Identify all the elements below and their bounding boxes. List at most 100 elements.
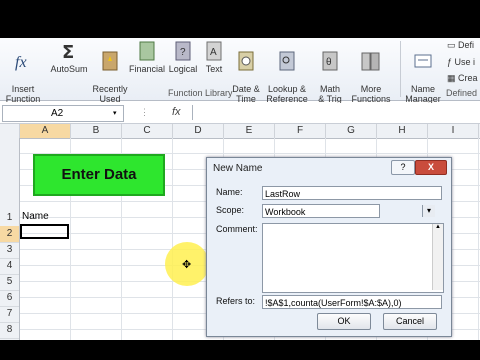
financial-label: Financial [128, 64, 166, 74]
svg-text:?: ? [180, 47, 186, 58]
column-header-e[interactable]: E [224, 124, 275, 138]
formula-bar: A2 ▾ ⋮ fx [0, 103, 480, 124]
book-clock-icon [235, 50, 257, 72]
scope-value: Workbook [265, 207, 306, 217]
refers-to-input[interactable]: !$A$1,counta(UserForm!$A:$A),0)▦ [262, 295, 442, 309]
name-manager-label: Name Manager [405, 84, 441, 104]
cursor-highlight: ✥ [165, 242, 209, 286]
lookup-reference-label: Lookup & Reference [266, 84, 308, 104]
logical-button[interactable]: ? Logical [166, 40, 200, 74]
fx-icon: fx [12, 50, 34, 72]
name-box-value: A2 [51, 108, 64, 119]
column-header-i[interactable]: I [428, 124, 479, 138]
letterbox-bottom [0, 340, 480, 360]
cell-a1[interactable]: Name [22, 211, 49, 222]
recently-used-label: Recently Used [92, 84, 128, 104]
group-label-defined-names: Defined [446, 88, 478, 98]
recently-used-button[interactable]: Recently Used [92, 40, 128, 104]
column-headers: A B C D E F G H I [0, 124, 480, 139]
select-all-corner[interactable] [0, 124, 20, 138]
column-header-b[interactable]: B [71, 124, 122, 138]
logical-label: Logical [168, 64, 198, 74]
column-header-a[interactable]: A [20, 124, 71, 138]
letterbox-top [0, 0, 480, 38]
column-header-g[interactable]: G [326, 124, 377, 138]
svg-text:θ: θ [326, 57, 332, 68]
cancel-button[interactable]: Cancel [383, 313, 437, 330]
move-cursor-icon: ✥ [182, 259, 192, 271]
use-in-formula-label: Use i [454, 57, 476, 67]
close-button[interactable]: X [415, 160, 447, 175]
book-magnifier-icon [276, 50, 298, 72]
refers-to-value: !$A$1,counta(UserForm!$A:$A),0) [265, 298, 402, 308]
name-input[interactable]: LastRow [262, 186, 442, 200]
row-header-6[interactable]: 6 [0, 290, 19, 307]
use-in-formula-button[interactable]: ƒ Use i [447, 57, 475, 67]
insert-function-label: Insert Function [5, 84, 41, 104]
column-header-c[interactable]: C [122, 124, 173, 138]
book-theta-icon: θ [319, 50, 341, 72]
book-money-icon [136, 40, 158, 62]
name-manager-button[interactable]: Name Manager [404, 40, 442, 104]
ok-button[interactable]: OK [317, 313, 371, 330]
create-from-selection-button[interactable]: ▦ Crea [447, 73, 478, 84]
ribbon-separator [400, 41, 401, 97]
more-functions-button[interactable]: More Functions [348, 40, 394, 104]
book-text-icon: A [203, 40, 225, 62]
active-cell-a2[interactable] [20, 224, 69, 239]
scope-select[interactable]: Workbook ▾ [262, 204, 435, 218]
autosum-label: AutoSum [50, 64, 88, 74]
group-label-function-library: Function Library [168, 88, 233, 98]
autosum-button[interactable]: Σ AutoSum [48, 40, 90, 74]
financial-button[interactable]: Financial [128, 40, 166, 74]
row-header-5[interactable]: 5 [0, 274, 19, 291]
insert-function-button[interactable]: fx Insert Function [4, 40, 42, 104]
ribbon-formulas-tab: fx Insert Function Σ AutoSum Recently Us… [0, 38, 480, 104]
math-trig-label: Math & Trig [318, 84, 342, 104]
define-name-label: Defi [458, 40, 475, 50]
text-label: Text [205, 64, 223, 74]
chevron-down-icon[interactable]: ▾ [113, 106, 117, 121]
date-time-button[interactable]: Date & Time [230, 40, 262, 104]
scope-label: Scope: [216, 205, 245, 215]
date-time-label: Date & Time [232, 84, 260, 104]
refers-to-label: Refers to: [216, 296, 256, 306]
column-header-d[interactable]: D [173, 124, 224, 138]
comment-scrollbar[interactable]: ▲ [432, 224, 443, 290]
insert-function-fx-icon[interactable]: fx [172, 106, 181, 118]
create-from-selection-label: Crea [458, 73, 478, 83]
sigma-icon: Σ [58, 40, 80, 63]
lookup-reference-button[interactable]: Lookup & Reference [264, 40, 310, 104]
svg-text:A: A [210, 47, 217, 58]
chevron-down-icon[interactable]: ▾ [422, 205, 435, 217]
define-name-button[interactable]: ▭ Defi [447, 40, 474, 51]
column-header-f[interactable]: F [275, 124, 326, 138]
comment-textarea[interactable]: ▲ [262, 223, 444, 293]
dialog-title: New Name [213, 163, 263, 174]
formula-input[interactable] [192, 105, 480, 120]
enter-data-button[interactable]: Enter Data [33, 154, 165, 196]
more-functions-label: More Functions [351, 84, 391, 104]
book-question-icon: ? [172, 40, 194, 62]
row-header-3[interactable]: 3 [0, 242, 19, 259]
row-header-7[interactable]: 7 [0, 306, 19, 323]
comment-label: Comment: [216, 224, 258, 234]
excel-window: fx Insert Function Σ AutoSum Recently Us… [0, 0, 480, 360]
help-button[interactable]: ? [391, 160, 415, 175]
row-header-1[interactable]: 1 [0, 210, 19, 227]
svg-text:Σ: Σ [62, 42, 74, 62]
column-header-h[interactable]: H [377, 124, 428, 138]
svg-text:fx: fx [15, 54, 27, 71]
row-headers: 1 2 3 4 5 6 7 8 [0, 138, 20, 340]
name-tag-icon [412, 50, 434, 72]
row-header-8[interactable]: 8 [0, 322, 19, 339]
formula-bar-resize-dots: ⋮ [140, 107, 149, 117]
name-box[interactable]: A2 ▾ [2, 105, 124, 122]
book-star-icon [99, 50, 121, 72]
row-header-2[interactable]: 2 [0, 226, 19, 243]
math-trig-button[interactable]: θ Math & Trig [314, 40, 346, 104]
books-icon [360, 50, 382, 72]
text-button[interactable]: A Text [202, 40, 226, 74]
row-header-4[interactable]: 4 [0, 258, 19, 275]
new-name-dialog: New Name ? X Name: LastRow Scope: Workbo… [206, 157, 452, 337]
